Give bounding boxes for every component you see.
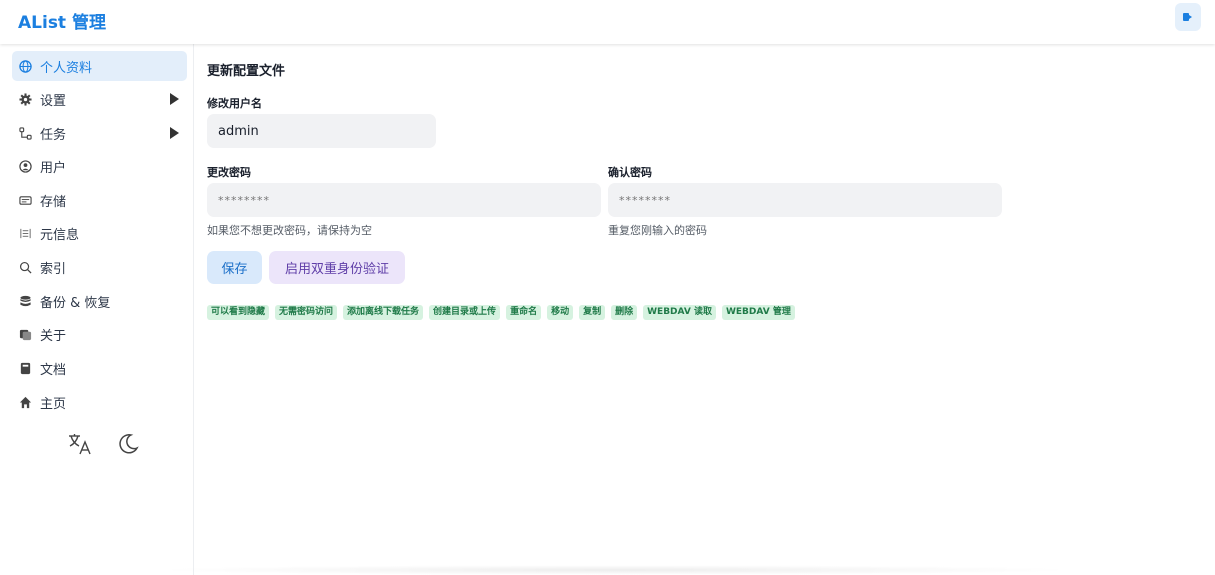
sidebar-item-label: 个人资料: [40, 60, 93, 76]
translate-icon[interactable]: [66, 430, 94, 458]
sidebar-bottom-controls: [66, 430, 142, 458]
moon-icon[interactable]: [114, 430, 142, 458]
sidebar-item-settings[interactable]: 设置: [12, 84, 187, 114]
search-icon: [18, 260, 32, 274]
expand-arrow-icon[interactable]: [170, 127, 179, 139]
permission-tag: WEBDAV 读取: [643, 305, 716, 320]
sidebar-item-tasks[interactable]: 任务: [12, 118, 187, 148]
sidebar-item-profile[interactable]: 个人资料: [12, 51, 187, 81]
permission-tag: 删除: [611, 305, 638, 320]
permission-tag: 添加离线下载任务: [343, 305, 424, 320]
sidebar-item-label: 备份 & 恢复: [40, 295, 111, 311]
password-label: 更改密码: [207, 166, 251, 179]
sidebar-item-backup-restore[interactable]: 备份 & 恢复: [12, 286, 187, 316]
logout-button[interactable]: [1175, 3, 1201, 31]
book-icon: [18, 361, 32, 375]
sidebar-item-label: 设置: [40, 93, 67, 109]
password-help-text: 如果您不想更改密码，请保持为空: [207, 224, 372, 237]
sidebar-item-label: 主页: [40, 396, 67, 412]
sidebar-item-metadata[interactable]: 元信息: [12, 218, 187, 248]
sidebar-item-label: 文档: [40, 362, 67, 378]
sidebar-item-docs[interactable]: 文档: [12, 353, 187, 383]
sidebar-item-users[interactable]: 用户: [12, 151, 187, 181]
username-input[interactable]: [207, 114, 436, 148]
app-title: AList 管理: [18, 13, 106, 33]
permission-tag: 移动: [547, 305, 574, 320]
expand-arrow-icon[interactable]: [170, 93, 179, 105]
confirm-password-label: 确认密码: [608, 166, 652, 179]
about-icon: [18, 327, 32, 341]
permission-tag: 可以看到隐藏: [207, 305, 270, 320]
sidebar-item-about[interactable]: 关于: [12, 319, 187, 349]
logout-icon: [1182, 8, 1194, 27]
footer-shadow: [150, 565, 1080, 575]
password-input[interactable]: [207, 183, 601, 217]
save-button[interactable]: 保存: [207, 251, 262, 284]
confirm-password-help-text: 重复您刚输入的密码: [608, 224, 707, 237]
workflow-icon: [18, 126, 32, 140]
database-icon: [18, 294, 32, 308]
username-label: 修改用户名: [207, 97, 262, 110]
permission-tags: 可以看到隐藏 无需密码访问 添加离线下载任务 创建目录或上传 重命名 移动 复制…: [207, 305, 795, 320]
sidebar-item-storage[interactable]: 存储: [12, 185, 187, 215]
sidebar: 个人资料 设置 任务 用户 存储 元信息 索引 备份 & 恢复 关于 文档 主页: [0, 44, 194, 575]
storage-icon: [18, 193, 32, 207]
gear-icon: [18, 92, 32, 106]
user-circle-icon: [18, 159, 32, 173]
confirm-password-input[interactable]: [608, 183, 1002, 217]
globe-icon: [18, 59, 32, 73]
home-icon: [18, 395, 32, 409]
sidebar-item-index[interactable]: 索引: [12, 252, 187, 282]
permission-tag: 创建目录或上传: [429, 305, 501, 320]
sidebar-item-label: 索引: [40, 261, 67, 277]
sidebar-item-label: 存储: [40, 194, 67, 210]
sidebar-item-label: 元信息: [40, 227, 80, 243]
sidebar-item-label: 用户: [40, 160, 67, 176]
metadata-icon: [18, 226, 32, 240]
page-title: 更新配置文件: [207, 64, 286, 79]
permission-tag: WEBDAV 管理: [721, 305, 795, 320]
sidebar-item-home[interactable]: 主页: [12, 387, 187, 417]
sidebar-item-label: 任务: [40, 127, 67, 143]
top-header: AList 管理: [0, 0, 1215, 44]
sidebar-item-label: 关于: [40, 328, 67, 344]
permission-tag: 无需密码访问: [275, 305, 338, 320]
permission-tag: 复制: [579, 305, 606, 320]
enable-2fa-button[interactable]: 启用双重身份验证: [269, 251, 405, 284]
permission-tag: 重命名: [506, 305, 542, 320]
